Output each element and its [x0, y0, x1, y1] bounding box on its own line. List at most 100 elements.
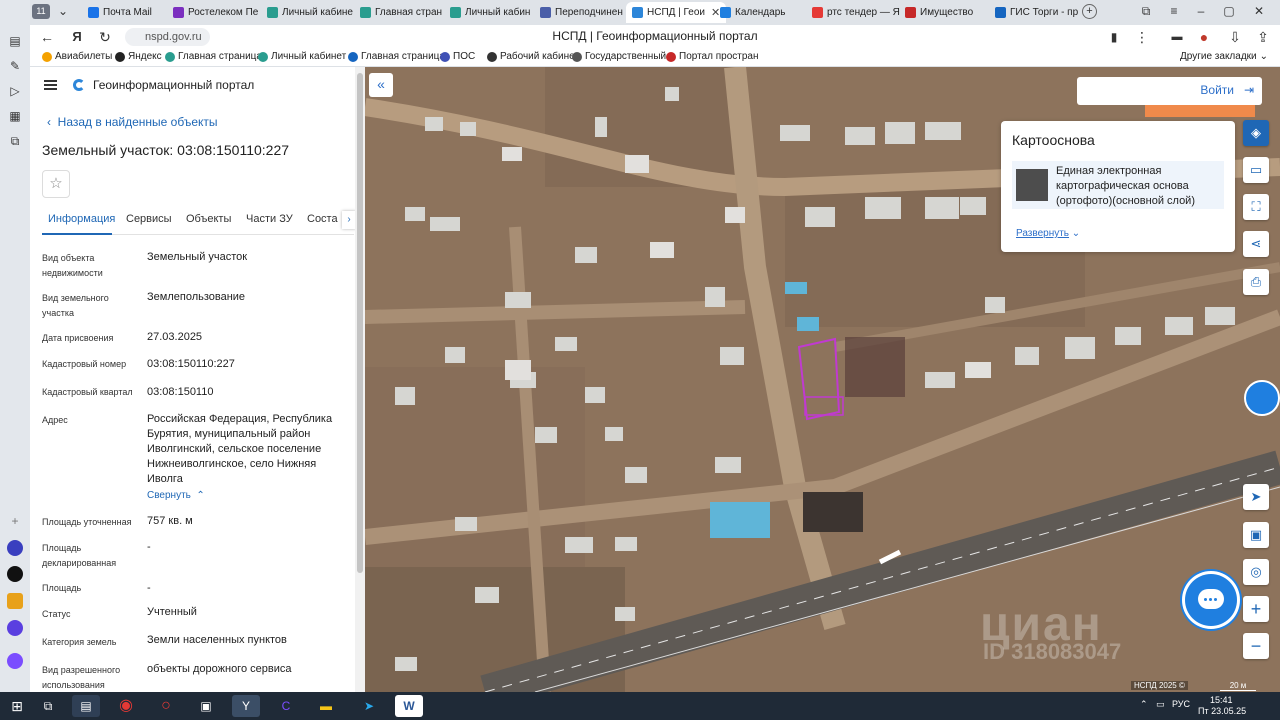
- tray-chevron-icon[interactable]: ⌃: [1140, 699, 1148, 710]
- layers-icon[interactable]: ◈: [1243, 120, 1269, 146]
- app-save-icon[interactable]: ▤: [72, 695, 100, 717]
- browser-tab[interactable]: ртс тендер — Я: [812, 2, 900, 23]
- browser-tab[interactable]: ГИС Торги - пр: [995, 2, 1078, 23]
- collapse-address-link[interactable]: Свернуть ⌃: [147, 490, 205, 501]
- expand-link[interactable]: Развернуть ⌄: [1016, 228, 1080, 239]
- more-icon[interactable]: ⋮: [1133, 28, 1151, 46]
- clock-time[interactable]: 15:41: [1210, 695, 1233, 705]
- task-view-icon[interactable]: ⧉: [34, 695, 62, 717]
- bookmarks-panel-icon[interactable]: ⧉: [1137, 4, 1155, 19]
- browser-tab[interactable]: Переподчинен: [540, 2, 623, 23]
- chat-button[interactable]: [1185, 574, 1237, 626]
- tab-composition[interactable]: Соста: [307, 213, 338, 225]
- add-icon[interactable]: +: [7, 513, 23, 529]
- bookmark-item[interactable]: Государственный: [572, 51, 666, 62]
- browser-tab[interactable]: НСПД | Геои ✕: [626, 2, 727, 23]
- back-arrow-icon[interactable]: ←: [38, 28, 56, 46]
- browser-tab[interactable]: Имущество: [905, 2, 973, 23]
- share-icon[interactable]: ⋖: [1243, 231, 1269, 257]
- portal-name[interactable]: Геоинформационный портал: [93, 78, 254, 92]
- browser-tab[interactable]: Главная стран: [360, 2, 442, 23]
- zoom-out-button[interactable]: −: [1243, 633, 1269, 659]
- downloads-icon[interactable]: ⇩: [1226, 28, 1244, 46]
- word-icon[interactable]: W: [395, 695, 423, 717]
- app-window-icon[interactable]: ▣: [192, 695, 220, 717]
- history-icon[interactable]: ⧉: [7, 133, 23, 149]
- hamburger-menu-icon[interactable]: [44, 80, 57, 90]
- browser-tab[interactable]: Календарь: [720, 2, 785, 23]
- alice-icon[interactable]: [7, 540, 23, 556]
- tab-parts[interactable]: Части ЗУ: [246, 213, 293, 225]
- network-icon[interactable]: ▭: [1156, 699, 1165, 710]
- minimap-icon[interactable]: ▣: [1243, 522, 1269, 548]
- tab-objects[interactable]: Объекты: [186, 213, 231, 225]
- tab-information[interactable]: Информация: [48, 213, 115, 225]
- new-tab-button[interactable]: +: [1082, 4, 1097, 19]
- field-label: Категория земель: [42, 637, 117, 647]
- bookmark-item[interactable]: Авиабилеты: [42, 51, 112, 62]
- close-window-button[interactable]: ✕: [1250, 4, 1268, 18]
- feedback-badge-icon[interactable]: [1244, 380, 1280, 416]
- telegram-icon[interactable]: ➤: [355, 695, 383, 717]
- print-icon[interactable]: ⎙: [1243, 269, 1269, 295]
- sparkle-icon[interactable]: [7, 566, 23, 582]
- bookmark-item[interactable]: Личный кабинет: [258, 51, 346, 62]
- url-field[interactable]: nspd.gov.ru: [125, 28, 210, 46]
- tab-label: Личный кабине: [282, 7, 353, 18]
- back-to-results-link[interactable]: ‹ Назад в найденные объекты: [47, 115, 218, 129]
- browser-tab[interactable]: Ростелеком Пе: [173, 2, 258, 23]
- chrome-icon[interactable]: ◉: [112, 695, 140, 717]
- menu-icon[interactable]: ≡: [1165, 4, 1183, 18]
- bookmark-item[interactable]: Главная страница: [348, 51, 445, 62]
- tabs-menu-chevron-icon[interactable]: ⌄: [54, 4, 72, 18]
- collapse-panel-button[interactable]: «: [369, 73, 393, 97]
- login-button[interactable]: Войти ⇥: [1077, 77, 1262, 105]
- tab-label: ртс тендер — Я: [827, 7, 900, 18]
- share-icon[interactable]: ⇪: [1254, 28, 1272, 46]
- clock-date[interactable]: Пт 23.05.25: [1198, 706, 1246, 716]
- minimize-button[interactable]: –: [1192, 4, 1210, 18]
- bookmark-item[interactable]: Яндекс: [115, 51, 162, 62]
- tab-count-badge[interactable]: 11: [32, 4, 50, 19]
- select-area-icon[interactable]: ⛶: [1243, 194, 1269, 220]
- favorite-star-icon[interactable]: ☆: [42, 170, 70, 198]
- maximize-button[interactable]: ▢: [1220, 4, 1238, 18]
- collections-icon[interactable]: ▤: [7, 33, 23, 49]
- geolocation-icon[interactable]: ◎: [1243, 559, 1269, 585]
- close-tab-icon[interactable]: ✕: [711, 6, 720, 19]
- bookmark-icon[interactable]: ▮: [1105, 28, 1123, 46]
- opera-icon[interactable]: ○: [152, 695, 180, 717]
- basemap-option[interactable]: Единая электронная картографическая осно…: [1012, 161, 1224, 209]
- bookmark-item[interactable]: Портал простран: [666, 51, 759, 62]
- language-indicator[interactable]: РУС: [1172, 699, 1190, 709]
- yandex-icon[interactable]: Я: [68, 28, 86, 46]
- tabs-scroll-right-icon[interactable]: ›: [342, 211, 356, 229]
- zoom-in-button[interactable]: +: [1243, 596, 1269, 622]
- other-bookmarks[interactable]: Другие закладки ⌄: [1180, 51, 1268, 62]
- bookmark-item[interactable]: ПОС: [440, 51, 475, 62]
- yandex-browser-icon[interactable]: Y: [232, 695, 260, 717]
- file-explorer-icon[interactable]: ▬: [312, 695, 340, 717]
- play-icon[interactable]: ▷: [7, 83, 23, 99]
- assistant-icon[interactable]: [7, 653, 23, 669]
- bookmark-item[interactable]: Главная страница: [165, 51, 262, 62]
- extension-icon[interactable]: ●: [1195, 28, 1213, 46]
- app-c-icon[interactable]: C: [272, 695, 300, 717]
- map-view[interactable]: циан ID 318083047 « Войти ⇥ Картооснова …: [365, 67, 1280, 692]
- browser-tab[interactable]: Личный кабине: [267, 2, 353, 23]
- gift-icon[interactable]: [7, 593, 23, 609]
- calendar-icon[interactable]: ▦: [7, 108, 23, 124]
- reload-icon[interactable]: ↻: [96, 28, 114, 46]
- bookmark-item[interactable]: Рабочий кабинет: [487, 51, 579, 62]
- tab-label: ГИС Торги - пр: [1010, 7, 1079, 18]
- browser-tab[interactable]: Почта Mail: [88, 2, 152, 23]
- browser-tab[interactable]: Личный кабин: [450, 2, 530, 23]
- ruler-icon[interactable]: ▭: [1243, 157, 1269, 183]
- tab-services[interactable]: Сервисы: [126, 213, 172, 225]
- messenger-icon[interactable]: [7, 620, 23, 636]
- windows-start-icon[interactable]: ⊞: [3, 695, 31, 717]
- extension-icon[interactable]: ▬: [1168, 28, 1186, 46]
- panel-scrollbar[interactable]: [355, 67, 365, 692]
- locate-icon[interactable]: ➤: [1243, 484, 1269, 510]
- notes-icon[interactable]: ✎: [7, 58, 23, 74]
